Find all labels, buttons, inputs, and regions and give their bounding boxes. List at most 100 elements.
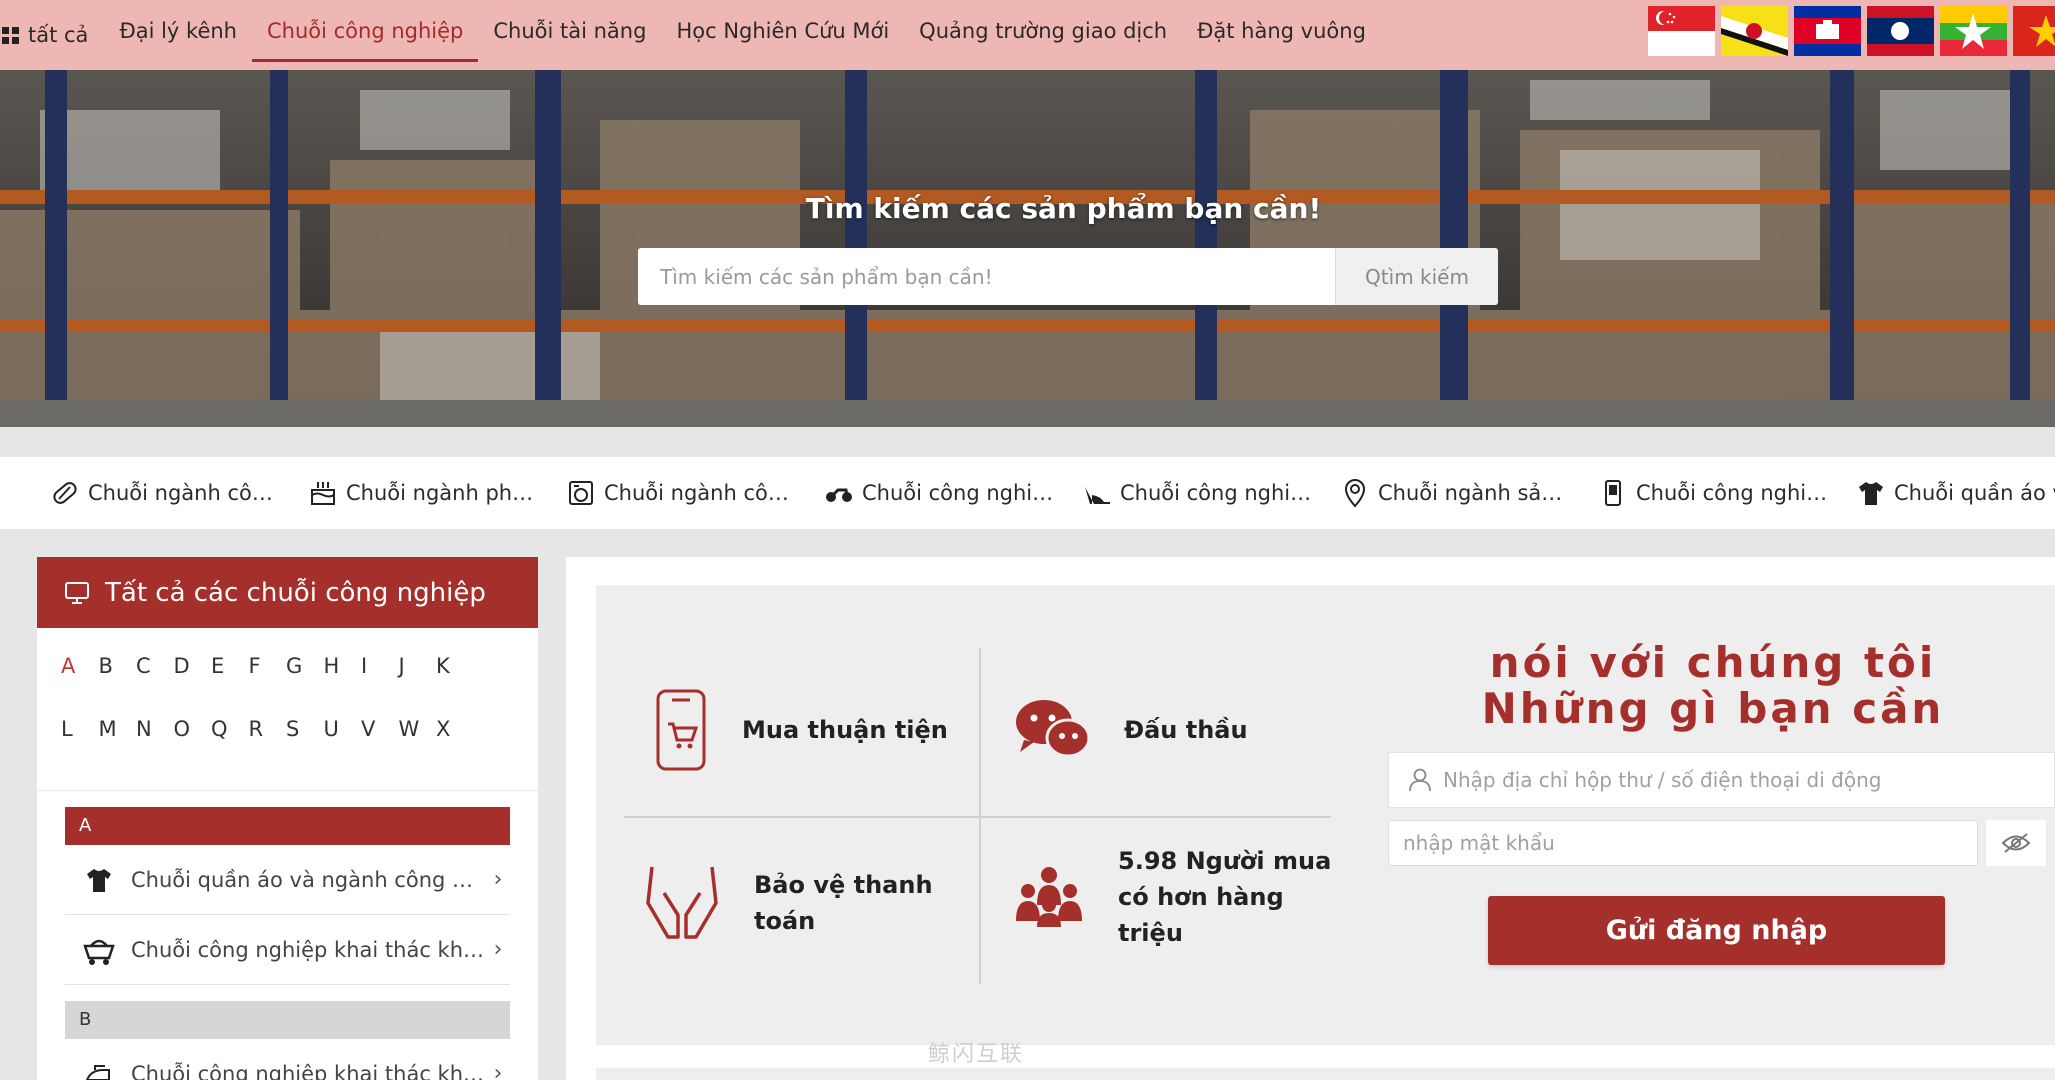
letter-u[interactable]: U [324, 717, 362, 780]
chat-bubbles-icon [1016, 700, 1090, 758]
divider [624, 816, 1331, 818]
category-label: Chuỗi ngành công nghiệp [604, 481, 796, 505]
letter-v[interactable]: V [361, 717, 399, 780]
nav-all[interactable]: tất cả [0, 0, 88, 70]
login-title-line2: Những gì bạn cần [1481, 684, 1945, 733]
category-item[interactable]: Chuỗi quần áo v [1856, 478, 2055, 508]
letter-b[interactable]: B [99, 654, 137, 717]
myanmar-flag[interactable] [1940, 6, 2007, 56]
category-item[interactable]: Chuỗi công nghiệp [1598, 478, 1856, 508]
category-item[interactable]: Chuỗi công nghiệp [1082, 478, 1340, 508]
panel-header: Tất cả các chuỗi công nghiệp [37, 557, 538, 628]
feature-bidding: Đấu thầu [1014, 698, 1248, 762]
category-label: Chuỗi ngành phụ kiện [346, 481, 538, 505]
letter-f[interactable]: F [249, 654, 287, 717]
eye-slash-icon[interactable] [1986, 820, 2046, 866]
watermark: 鲸闪互联 [928, 1042, 1025, 1067]
nav-item-channel-agent[interactable]: Đại lý kênh [104, 0, 252, 70]
account-field [1388, 752, 2055, 808]
letter-j[interactable]: J [399, 654, 437, 717]
feature-label: Đấu thầu [1124, 716, 1248, 744]
category-item[interactable]: Chuỗi ngành công nghiệp [566, 478, 824, 508]
password-field [1388, 820, 1978, 866]
hero-banner: Tìm kiếm các sản phẩm bạn cần! Qtìm kiếm [0, 70, 2055, 427]
letter-r[interactable]: R [249, 717, 287, 780]
divider [37, 790, 538, 791]
alphabet-index: A B C D E F G H I J K L M N O Q R S U V … [37, 628, 477, 780]
tshirt-icon [1859, 482, 1883, 505]
feature-label: Mua thuận tiện [742, 716, 948, 744]
list-item[interactable]: Chuỗi công nghiệp khai thác khoáng sản › [65, 1039, 510, 1080]
nav-item-order-square[interactable]: Đặt hàng vuông [1182, 0, 1381, 70]
category-item[interactable]: Chuỗi công nghiệp [824, 478, 1082, 508]
letter-d[interactable]: D [174, 654, 212, 717]
nav-item-trading-square[interactable]: Quảng trường giao dịch [904, 0, 1182, 70]
mining-cart-icon [83, 939, 115, 965]
nav-item-talent-chain[interactable]: Chuỗi tài năng [478, 0, 661, 70]
password-input[interactable] [1403, 831, 1977, 855]
account-input[interactable] [1443, 753, 2054, 807]
high-heel-icon [1085, 487, 1110, 504]
login-form: nói với chúng tôi Những gì bạn cần Gửi đ… [1388, 640, 2055, 965]
laos-flag[interactable] [1867, 6, 1934, 56]
hero-title: Tìm kiếm các sản phẩm bạn cần! [805, 192, 1322, 225]
map-pin-icon [1344, 479, 1366, 508]
search-button[interactable]: Qtìm kiếm [1335, 248, 1498, 305]
category-item[interactable]: Chuỗi ngành công nghiệp [50, 478, 308, 508]
group-header-a: A [65, 807, 510, 845]
feature-convenient-buying: Mua thuận tiện [654, 688, 948, 772]
category-item[interactable]: Chuỗi ngành phụ kiện [308, 478, 566, 508]
letter-w[interactable]: W [399, 717, 437, 780]
list-item[interactable]: Chuỗi công nghiệp khai thác khoáng sản › [65, 915, 510, 985]
letter-k[interactable]: K [436, 654, 474, 717]
chevron-right-icon: › [493, 937, 503, 962]
letter-h[interactable]: H [324, 654, 362, 717]
chevron-right-icon: › [493, 1061, 503, 1080]
chevron-right-icon: › [493, 867, 503, 892]
letter-x[interactable]: X [436, 717, 474, 780]
list-item-label: Chuỗi công nghiệp khai thác khoáng sản [131, 1061, 486, 1080]
category-item[interactable]: Chuỗi ngành sản xuất [1340, 478, 1598, 508]
cambodia-flag[interactable] [1794, 6, 1861, 56]
letter-o[interactable]: O [174, 717, 212, 780]
letter-m[interactable]: M [99, 717, 137, 780]
letter-e[interactable]: E [211, 654, 249, 717]
list-item[interactable]: Chuỗi quần áo và ngành công nghiệp › [65, 845, 510, 915]
letter-s[interactable]: S [286, 717, 324, 780]
appliance-icon [569, 481, 593, 505]
letter-l[interactable]: L [61, 717, 99, 780]
password-row [1388, 820, 2055, 866]
top-nav: tất cả Đại lý kênh Chuỗi công nghiệp Chu… [0, 0, 2055, 70]
list-item-label: Chuỗi quần áo và ngành công nghiệp [131, 867, 486, 892]
list-item-label: Chuỗi công nghiệp khai thác khoáng sản [131, 937, 486, 962]
monitor-icon [65, 581, 89, 604]
nav-item-industry-chain[interactable]: Chuỗi công nghiệp [251, 0, 479, 70]
category-label: Chuỗi công nghiệp [1120, 481, 1312, 505]
letter-a[interactable]: A [61, 654, 99, 717]
category-label: Chuỗi công nghiệp [1636, 481, 1828, 505]
category-label: Chuỗi ngành sản xuất [1378, 481, 1570, 505]
phone-icon [1605, 480, 1621, 506]
nav-item-new-research[interactable]: Học Nghiên Cứu Mới [661, 0, 904, 70]
feature-label: 5.98 Người mua có hơn hàng triệu [1118, 847, 1332, 947]
letter-q[interactable]: Q [211, 717, 249, 780]
singapore-flag[interactable] [1648, 6, 1715, 56]
letter-n[interactable]: N [136, 717, 174, 780]
pill-icon [53, 482, 77, 504]
motorcycle-icon [826, 488, 852, 502]
cake-icon [311, 482, 335, 505]
search-input[interactable] [638, 248, 1335, 305]
submit-login-button[interactable]: Gửi đăng nhập [1488, 896, 1945, 965]
vietnam-flag[interactable] [2013, 6, 2055, 56]
user-icon [1409, 768, 1431, 792]
letter-c[interactable]: C [136, 654, 174, 717]
nav-all-label: tất cả [28, 23, 89, 47]
letter-g[interactable]: G [286, 654, 324, 717]
panel-bottom [596, 1068, 2055, 1080]
feature-buyers: 5.98 Người mua có hơn hàng triệu [1014, 843, 1334, 951]
feature-payment-protection: Bảo vệ thanh toán [644, 863, 964, 943]
brunei-flag[interactable] [1721, 6, 1788, 56]
letter-i[interactable]: I [361, 654, 399, 717]
grid-icon [2, 26, 19, 44]
shopping-phone-icon [656, 689, 706, 771]
